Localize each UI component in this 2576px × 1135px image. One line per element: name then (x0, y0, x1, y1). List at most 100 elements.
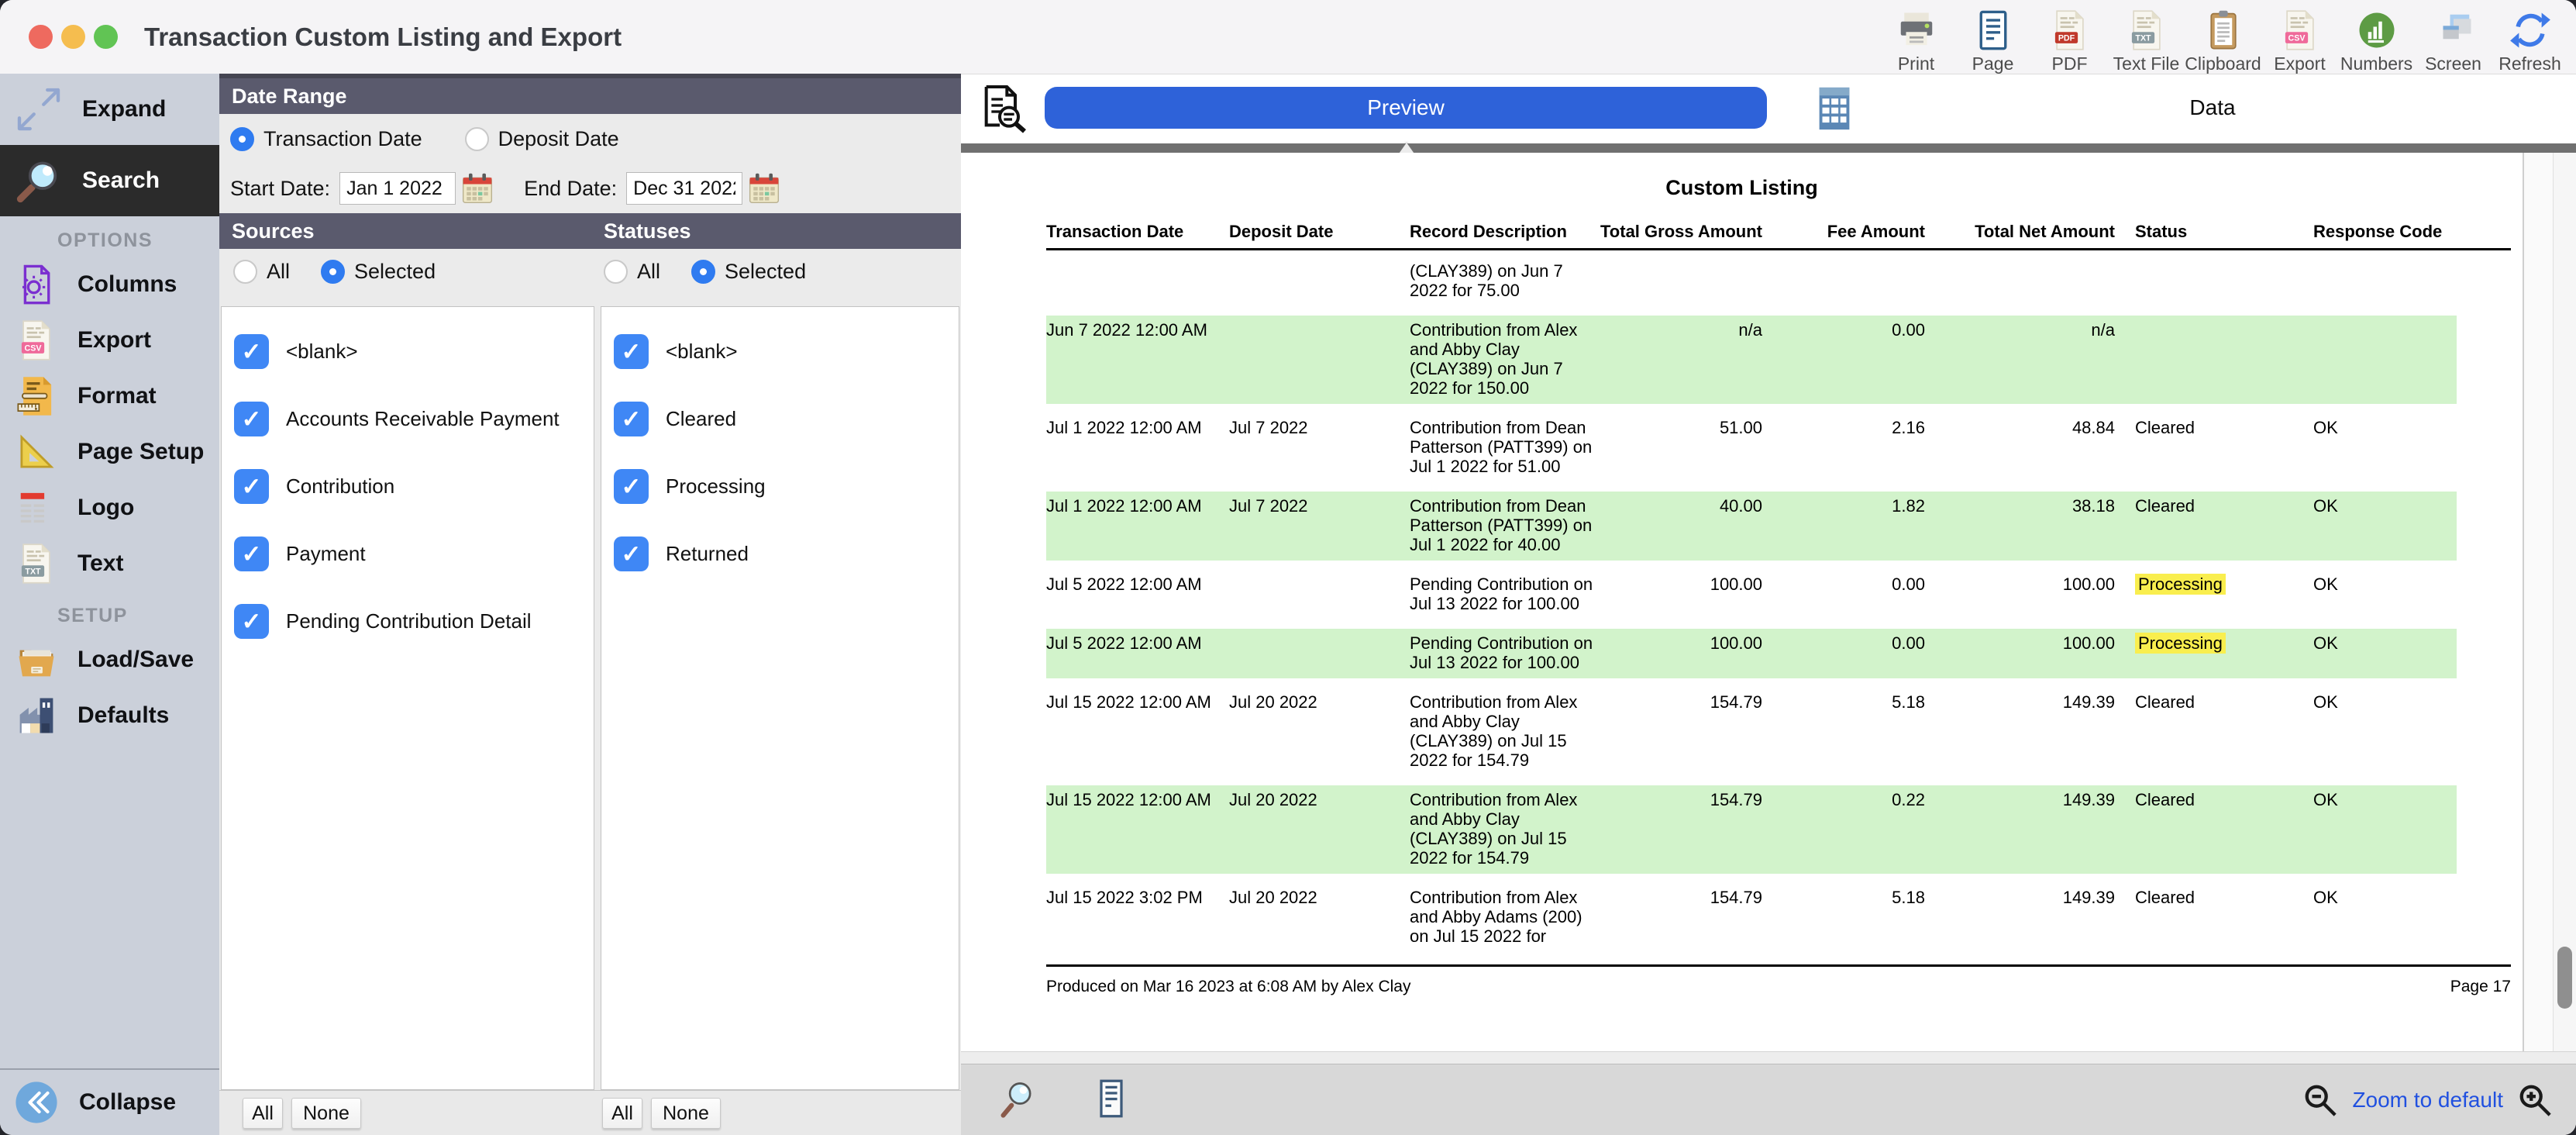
status-item-processing[interactable]: Processing (601, 453, 959, 520)
zoom-out-icon[interactable] (2302, 1082, 2338, 1118)
print-preview-icon (978, 84, 1028, 133)
sidebar-item-load-save[interactable]: Load/Save (0, 632, 219, 688)
checkbox-icon (614, 334, 649, 369)
report-title: Custom Listing (961, 176, 2523, 200)
sidebar-section-options: OPTIONS (0, 216, 219, 257)
format-icon (15, 375, 57, 417)
search-icon (15, 157, 62, 204)
toolbar-numbers[interactable]: Numbers (2338, 3, 2415, 74)
toolbar-pdf[interactable]: PDFPDF (2031, 3, 2108, 74)
tab-data[interactable]: Data (2139, 87, 2286, 129)
radio-date-type-transaction-date[interactable]: Transaction Date (230, 127, 422, 151)
status-item-cleared-label: Cleared (666, 407, 736, 431)
cell-fee: 2.16 (1762, 418, 1925, 476)
statuses-none-button[interactable]: None (651, 1098, 721, 1129)
toolbar-screen[interactable]: Screen (2415, 3, 2492, 74)
table-body: (CLAY389) on Jun 72022 for 75.00Jun 7 20… (1046, 257, 2457, 952)
sources-all-button[interactable]: All (243, 1098, 283, 1129)
source-item-payment-label: Payment (286, 542, 366, 566)
close-window-button[interactable] (29, 25, 53, 49)
source-item-contribution[interactable]: Contribution (222, 453, 594, 520)
sidebar-item-logo[interactable]: Logo (0, 480, 219, 536)
toolbar-refresh[interactable]: Refresh (2492, 3, 2568, 74)
sidebar-item-defaults[interactable]: Defaults (0, 688, 219, 743)
cell-net: 38.18 (1925, 496, 2115, 554)
cell-response: OK (2313, 496, 2457, 554)
sources-none-button[interactable]: None (291, 1098, 361, 1129)
sidebar-item-export[interactable]: CSVExport (0, 312, 219, 368)
source-item-accounts-receivable-payment[interactable]: Accounts Receivable Payment (222, 385, 594, 453)
report-list-icon[interactable] (1091, 1078, 1131, 1119)
cell-description: (CLAY389) on Jun 72022 for 75.00 (1410, 261, 1596, 300)
start-date-input[interactable] (339, 172, 456, 205)
end-date-calendar-button[interactable] (747, 171, 783, 206)
toolbar-page[interactable]: Page (1954, 3, 2031, 74)
minimize-window-button[interactable] (61, 25, 85, 49)
toolbar-refresh-label: Refresh (2499, 53, 2561, 74)
sidebar-item-page-setup[interactable]: Page Setup (0, 424, 219, 480)
sources-mode-radio-group: All Selected (233, 260, 436, 284)
cell-response: OK (2313, 790, 2457, 868)
toolbar-export[interactable]: CSVExport (2261, 3, 2338, 74)
cell-response (2313, 320, 2457, 398)
radio-sources-all[interactable]: All (233, 260, 290, 284)
printer-icon (1896, 9, 1937, 51)
table-row: (CLAY389) on Jun 72022 for 75.00 (1046, 257, 2457, 306)
zoom-in-icon[interactable] (2517, 1082, 2553, 1118)
cell-fee: 0.00 (1762, 320, 1925, 398)
source-item-payment[interactable]: Payment (222, 520, 594, 588)
radio-sources-selected[interactable]: Selected (321, 260, 436, 284)
cell-status: Processing (2115, 633, 2313, 672)
sidebar-item-columns[interactable]: Columns (0, 257, 219, 312)
date-range-header: Date Range (219, 78, 961, 114)
sidebar-item-load-save-label: Load/Save (77, 647, 194, 673)
calendar-icon (747, 171, 781, 205)
cell-response: OK (2313, 888, 2457, 946)
titlebar: Transaction Custom Listing and Export Pr… (0, 0, 2576, 74)
cell-transaction_date: Jul 5 2022 12:00 AM (1046, 633, 1229, 672)
cell-transaction_date: Jul 15 2022 3:02 PM (1046, 888, 1229, 946)
toolbar-print[interactable]: Print (1878, 3, 1954, 74)
status-item-cleared[interactable]: Cleared (601, 385, 959, 453)
source-item-pending-contribution-detail[interactable]: Pending Contribution Detail (222, 588, 594, 655)
table-row: Jul 1 2022 12:00 AMJul 7 2022Contributio… (1046, 413, 2457, 482)
statuses-mode-radio-group: All Selected (604, 260, 806, 284)
radio-statuses-all[interactable]: All (604, 260, 660, 284)
zoom-to-default-link[interactable]: Zoom to default (2352, 1088, 2503, 1113)
maximize-window-button[interactable] (94, 25, 118, 49)
table-row: Jul 5 2022 12:00 AMPending Contribution … (1046, 629, 2457, 678)
toolbar-clipboard[interactable]: Clipboard (2185, 3, 2261, 74)
end-date-input[interactable] (626, 172, 742, 205)
source-item-blank[interactable]: <blank> (222, 318, 594, 385)
status-item-blank[interactable]: <blank> (601, 318, 959, 385)
start-date-calendar-button[interactable] (460, 171, 496, 206)
column-header-response: Response Code (2313, 222, 2457, 242)
source-item-blank-label: <blank> (286, 340, 358, 364)
vertical-scrollbar[interactable] (2553, 153, 2576, 1051)
table-row: Jul 15 2022 12:00 AMJul 20 2022Contribut… (1046, 785, 2457, 874)
csv-file-icon: CSV (15, 319, 57, 361)
radio-statuses-selected[interactable]: Selected (691, 260, 806, 284)
logo-icon (15, 487, 57, 529)
tab-preview[interactable]: Preview (1045, 87, 1767, 129)
start-date-label: Start Date: (230, 177, 330, 201)
radio-date-type-deposit-date[interactable]: Deposit Date (465, 127, 619, 151)
cell-status (2115, 261, 2313, 300)
table-grid-icon[interactable] (1810, 85, 1858, 133)
sidebar-item-collapse[interactable]: Collapse (0, 1070, 219, 1135)
magnifier-icon[interactable] (998, 1078, 1038, 1119)
preview-statusbar: Zoom to default (961, 1064, 2576, 1135)
column-header-transaction_date: Transaction Date (1046, 222, 1229, 242)
sidebar-item-text[interactable]: TXTText (0, 536, 219, 592)
scrollbar-thumb[interactable] (2557, 947, 2572, 1009)
sidebar-item-expand[interactable]: Expand (0, 74, 219, 145)
radio-selected-icon (321, 260, 345, 284)
radio-selected-icon (691, 260, 715, 284)
toolbar-text-file[interactable]: TXTText File (2108, 3, 2185, 74)
page-icon (1972, 9, 2014, 51)
status-item-returned[interactable]: Returned (601, 520, 959, 588)
statuses-header-label: Statuses (604, 213, 691, 249)
sidebar-item-search[interactable]: Search (0, 145, 219, 216)
sidebar-item-format[interactable]: Format (0, 368, 219, 424)
statuses-all-button[interactable]: All (602, 1098, 642, 1129)
